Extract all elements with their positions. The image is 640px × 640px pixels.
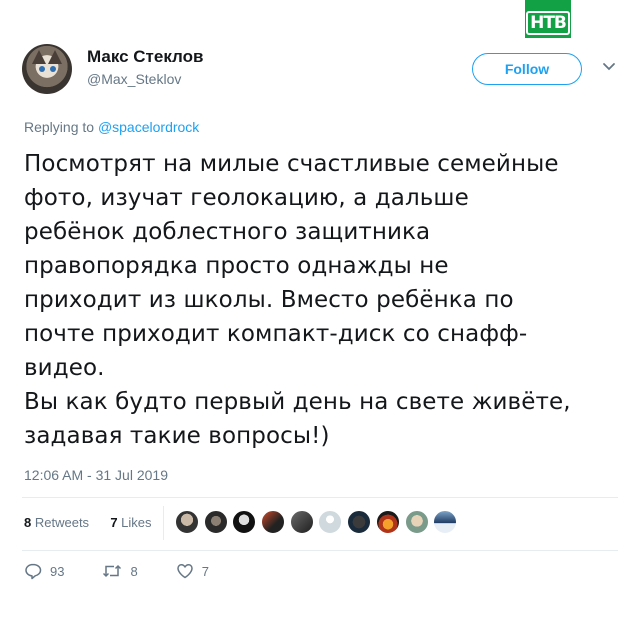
tweet-text-line: ребёнок доблестного защитника	[24, 219, 431, 245]
reply-action[interactable]: 93	[24, 562, 64, 580]
like-action[interactable]: 7	[176, 562, 209, 580]
tweet-text-line: Вы как будто первый день на свете живёте…	[24, 389, 571, 415]
liker-avatar[interactable]	[433, 510, 458, 534]
avatar-ear	[32, 50, 46, 64]
engagement-stats: 8 Retweets 7 Likes	[24, 515, 152, 530]
tweet-actions: 93 8 7	[24, 562, 209, 580]
tweet-text: Посмотрят на милые счастливые семейные ф…	[24, 147, 624, 453]
liker-avatar[interactable]	[175, 510, 199, 534]
tweet-text-line: видео.	[24, 355, 105, 381]
reply-prefix: Replying to	[24, 119, 95, 135]
reply-handle-link[interactable]: @spacelordrock	[98, 119, 199, 135]
tweet-text-line: Посмотрят на милые счастливые семейные	[24, 151, 559, 177]
reply-icon	[25, 563, 42, 580]
tweet-text-line: правопорядка просто однажды не	[24, 253, 449, 279]
tweet-text-line: задавая такие вопросы!)	[24, 423, 330, 449]
liker-avatar[interactable]	[203, 510, 228, 534]
tweet-text-line: приходит из школы. Вместо ребёнка по	[24, 287, 514, 313]
reply-count: 93	[50, 563, 65, 579]
stats-separator	[163, 506, 164, 540]
retweets-label[interactable]: Retweets	[35, 515, 89, 530]
divider	[22, 550, 618, 551]
chevron-down-icon[interactable]	[602, 60, 616, 74]
likes-label[interactable]: Likes	[121, 515, 151, 530]
avatar[interactable]	[22, 44, 72, 94]
retweet-action[interactable]: 8	[102, 562, 138, 580]
liker-avatar[interactable]	[261, 510, 286, 534]
retweets-count[interactable]: 8	[24, 515, 31, 530]
avatar-eye	[39, 66, 45, 72]
tweet-timestamp[interactable]: 12:06 AM - 31 Jul 2019	[24, 467, 168, 483]
avatar-eye	[50, 66, 56, 72]
like-count: 7	[201, 563, 209, 579]
avatar-ear	[48, 50, 62, 64]
likers-avatars	[175, 510, 462, 534]
retweet-icon	[103, 564, 122, 578]
author-name[interactable]: Макс Стеклов	[87, 47, 203, 67]
heart-icon	[176, 564, 193, 579]
tweet-text-line: почте приходит компакт-диск со снафф-	[24, 321, 528, 347]
ntv-logo-text: НТВ	[526, 11, 570, 35]
tweet-text-line: фото, изучат геолокацию, а дальше	[24, 185, 469, 211]
divider	[22, 497, 618, 498]
liker-avatar[interactable]	[232, 510, 257, 534]
follow-button[interactable]: Follow	[472, 53, 582, 85]
author-handle[interactable]: @Max_Steklov	[87, 71, 181, 87]
liker-avatar[interactable]	[347, 510, 372, 534]
reply-context: Replying to @spacelordrock	[24, 119, 199, 135]
liker-avatar[interactable]	[289, 510, 314, 534]
liker-avatar[interactable]	[318, 510, 343, 534]
retweet-count: 8	[130, 563, 138, 579]
liker-avatar[interactable]	[375, 510, 400, 534]
liker-avatar[interactable]	[404, 510, 429, 534]
likes-count[interactable]: 7	[110, 515, 117, 530]
